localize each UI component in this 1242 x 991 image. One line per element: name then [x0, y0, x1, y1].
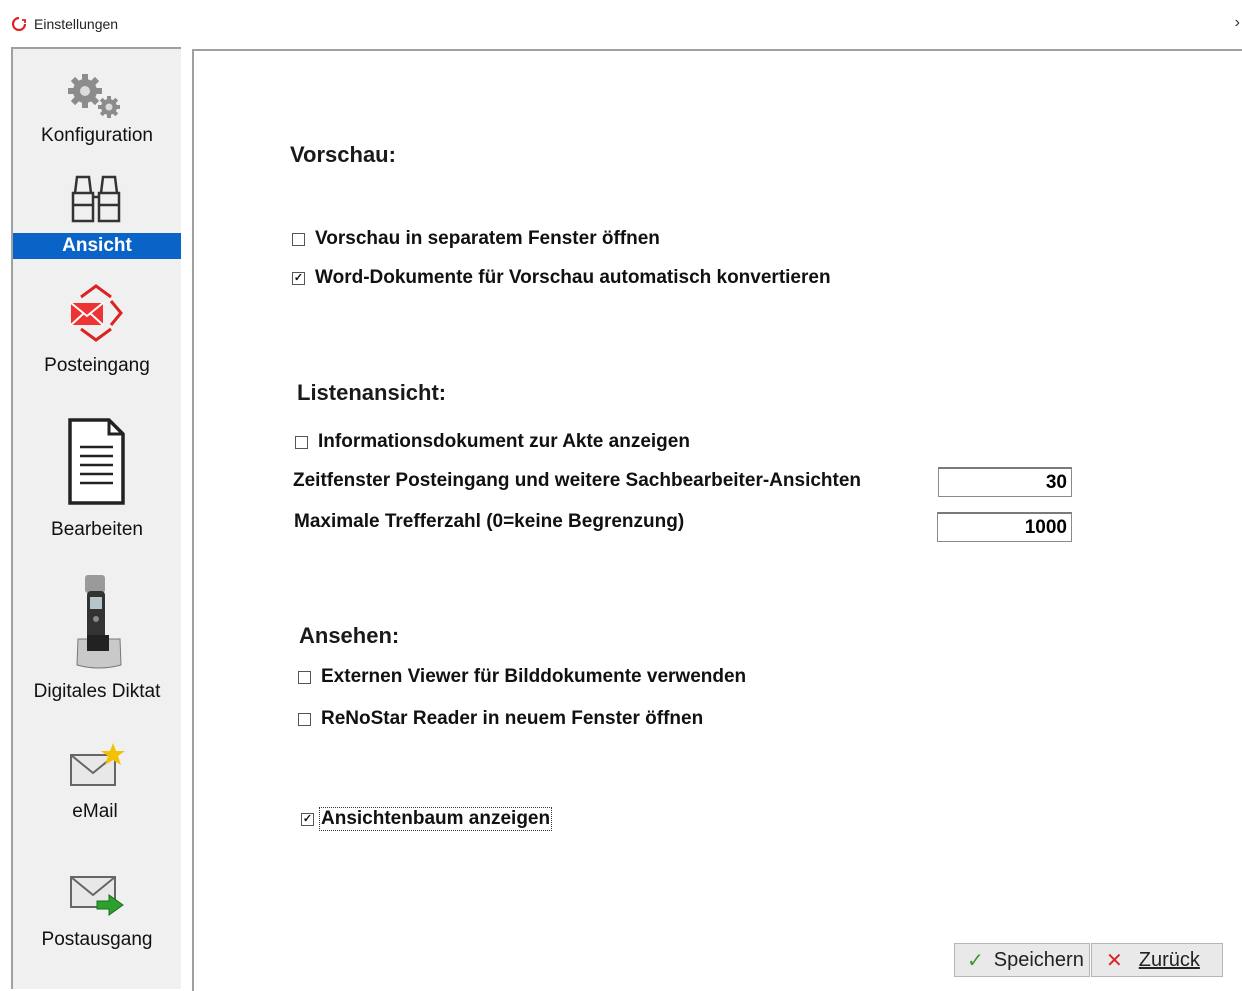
document-icon	[68, 418, 125, 505]
sidebar-item-bearbeiten[interactable]: Bearbeiten	[13, 415, 181, 545]
sidebar-item-label: Posteingang	[44, 355, 150, 376]
trefferzahl-label: Maximale Trefferzahl (0=keine Begrenzung…	[294, 511, 685, 532]
outgoing-mail-icon	[70, 876, 124, 916]
dictation-device-icon	[76, 575, 122, 669]
section-title-ansehen: Ansehen:	[299, 623, 400, 648]
option-renostar-reader[interactable]: ReNoStar Reader in neuem Fenster öffnen	[298, 708, 703, 730]
option-label: Word-Dokumente für Vorschau automatisch …	[315, 267, 831, 288]
sidebar-item-label: Digitales Diktat	[33, 681, 161, 702]
option-informationsdokument[interactable]: Informationsdokument zur Akte anzeigen	[295, 431, 690, 453]
new-mail-icon	[70, 743, 125, 786]
sidebar-item-digitales-diktat[interactable]: Digitales Diktat	[13, 573, 181, 713]
sidebar-item-konfiguration[interactable]: Konfiguration	[13, 67, 181, 157]
sidebar-item-label: Bearbeiten	[51, 519, 143, 540]
sidebar-item-postausgang[interactable]: Postausgang	[13, 871, 181, 961]
window-close-button[interactable]: ›	[1235, 14, 1240, 32]
sidebar-item-label: Ansicht	[13, 233, 181, 259]
sidebar-item-label: Konfiguration	[41, 125, 153, 146]
option-label: Informationsdokument zur Akte anzeigen	[318, 431, 690, 452]
sidebar-item-label: Postausgang	[41, 929, 153, 950]
x-icon: ✕	[1106, 949, 1123, 972]
option-label: Ansichtenbaum anzeigen	[318, 807, 553, 831]
zeitfenster-input[interactable]	[938, 467, 1072, 497]
option-word-convert[interactable]: ✓ Word-Dokumente für Vorschau automatisc…	[292, 267, 831, 289]
option-separate-window[interactable]: Vorschau in separatem Fenster öffnen	[292, 228, 660, 250]
checkbox[interactable]	[292, 232, 305, 246]
sidebar-item-email[interactable]: eMail	[13, 743, 181, 833]
sidebar: Konfiguration Ansicht Posteingang Bearbe…	[11, 47, 181, 989]
title-bar: Einstellungen ›	[0, 0, 1242, 48]
binoculars-icon	[71, 175, 121, 223]
option-label: Externen Viewer für Bilddokumente verwen…	[321, 666, 747, 687]
checkmark-icon: ✓	[967, 949, 984, 972]
save-button[interactable]: ✓ Speichern	[954, 943, 1090, 977]
window-title: Einstellungen	[34, 16, 119, 32]
back-button[interactable]: ✕ Zurück	[1091, 943, 1223, 977]
checkbox[interactable]: ✓	[292, 271, 305, 285]
sidebar-item-label: eMail	[72, 801, 118, 822]
option-label: Vorschau in separatem Fenster öffnen	[315, 228, 660, 249]
sidebar-item-ansicht[interactable]: Ansicht	[13, 171, 181, 261]
section-title-listenansicht: Listenansicht:	[297, 380, 447, 405]
section-title-vorschau: Vorschau:	[290, 142, 396, 167]
gears-icon	[68, 74, 120, 118]
option-ansichtenbaum[interactable]: ✓ Ansichtenbaum anzeigen	[301, 807, 553, 831]
checkbox[interactable]	[298, 712, 311, 726]
save-button-label: Speichern	[993, 948, 1084, 971]
zeitfenster-label: Zeitfenster Posteingang und weitere Sach…	[293, 470, 862, 491]
sidebar-item-posteingang[interactable]: Posteingang	[13, 279, 181, 389]
inbox-mail-icon	[70, 284, 123, 342]
trefferzahl-input[interactable]	[937, 512, 1072, 542]
app-icon	[12, 17, 26, 31]
settings-panel: Vorschau: Vorschau in separatem Fenster …	[192, 49, 1242, 991]
checkbox[interactable]	[295, 435, 308, 449]
checkbox[interactable]: ✓	[301, 812, 314, 826]
option-label: ReNoStar Reader in neuem Fenster öffnen	[321, 708, 704, 729]
checkbox[interactable]	[298, 670, 311, 684]
back-button-label: Zurück	[1138, 948, 1200, 971]
option-external-viewer[interactable]: Externen Viewer für Bilddokumente verwen…	[298, 666, 746, 688]
